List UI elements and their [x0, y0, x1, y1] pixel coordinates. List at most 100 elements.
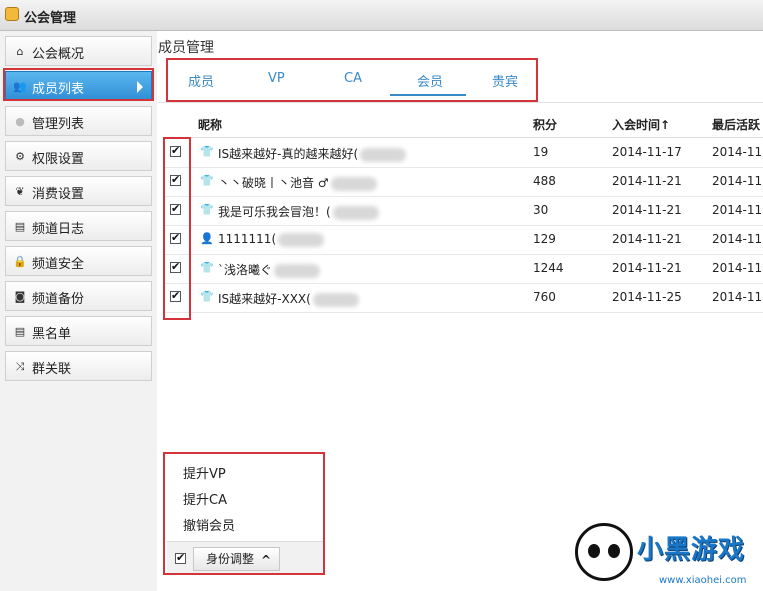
tab-vip-member[interactable]: 会员: [417, 71, 443, 90]
sidebar-item-label: 频道备份: [32, 292, 85, 307]
header-last-active[interactable]: 最后活跃: [712, 116, 763, 133]
table-row[interactable]: 👕 IS越来越好-真的越来越好( 19 2014-11-17 2014-11: [163, 138, 763, 168]
member-points: 760: [533, 290, 556, 304]
tab-members[interactable]: 成员: [188, 71, 214, 90]
table-row[interactable]: 👕 我是可乐我会冒泡！( 30 2014-11-21 2014-11: [163, 196, 763, 226]
header-points[interactable]: 积分: [533, 116, 557, 133]
sidebar-item-label: 群关联: [32, 362, 72, 377]
member-points: 129: [533, 232, 556, 246]
users-icon: 👥: [13, 80, 27, 93]
member-points: 1244: [533, 261, 564, 275]
redacted-blur: [274, 263, 321, 278]
sidebar-item-channel-log[interactable]: ▤ 频道日志: [5, 211, 152, 241]
sidebar-item-group-link[interactable]: ⤨ 群关联: [5, 351, 152, 381]
revoke-member-action[interactable]: 撤销会员: [183, 515, 235, 534]
page-title: 成员管理: [158, 40, 214, 56]
nickname-text: IS越来越好-真的越来越好(: [218, 147, 359, 161]
redacted-blur: [312, 292, 359, 307]
member-nickname: 丶丶破晓丨丶池音 ♂: [218, 174, 377, 191]
sidebar-item-member-list[interactable]: 👥 成员列表: [5, 71, 152, 101]
member-points: 19: [533, 145, 549, 159]
header-join-time[interactable]: 入会时间↑: [612, 116, 670, 133]
watermark-url: www.xiaohei.com: [659, 575, 747, 586]
member-join-date: 2014-11-21: [612, 174, 682, 188]
camera-icon: ◙: [14, 290, 26, 303]
tab-bar: 成员 VP CA 会员 贵宾: [158, 58, 763, 103]
bulk-action-bar: 身份调整 ^: [167, 541, 323, 575]
nickname-text: `浅洛曦ぐ: [218, 263, 273, 277]
sidebar-item-label: 黑名单: [32, 327, 72, 342]
nickname-text: 丶丶破晓丨丶池音 ♂: [218, 176, 329, 190]
user-icon: ●: [15, 115, 25, 128]
app-icon: [5, 7, 19, 21]
gear-icon: ⚙: [15, 150, 25, 163]
row-checkbox[interactable]: [170, 144, 181, 157]
sidebar-item-channel-security[interactable]: 🔒 频道安全: [5, 246, 152, 276]
nickname-text: IS越来越好-XXX(: [218, 292, 311, 306]
shuffle-icon: ⤨: [15, 360, 25, 373]
sort-up-icon: ↑: [660, 118, 671, 132]
row-checkbox[interactable]: [170, 260, 181, 273]
select-all-checkbox[interactable]: [175, 551, 186, 564]
sidebar-item-label: 频道安全: [32, 257, 85, 272]
member-last-active: 2014-11: [712, 261, 763, 275]
member-shirt-icon: 👕: [200, 290, 214, 303]
sidebar-item-label: 公会概况: [32, 47, 85, 62]
member-shirt-icon: 👕: [200, 174, 214, 187]
member-person-icon: 👤: [200, 232, 214, 245]
member-nickname: IS越来越好-XXX(: [218, 290, 359, 307]
sidebar-item-permissions[interactable]: ⚙ 权限设置: [5, 141, 152, 171]
redacted-blur: [360, 147, 407, 162]
home-icon: ⌂: [16, 45, 24, 58]
lock-icon: 🔒: [13, 255, 27, 268]
window-titlebar: 公会管理: [0, 0, 763, 31]
table-row[interactable]: 👤 1111111( 129 2014-11-21 2014-11: [163, 225, 763, 255]
member-nickname: `浅洛曦ぐ: [218, 261, 321, 278]
tab-ca[interactable]: CA: [344, 71, 362, 86]
sidebar-item-label: 频道日志: [32, 222, 85, 237]
member-points: 488: [533, 174, 556, 188]
member-join-date: 2014-11-21: [612, 203, 682, 217]
sidebar-item-label: 消费设置: [32, 187, 85, 202]
row-checkbox[interactable]: [170, 289, 181, 302]
sidebar-item-admin-list[interactable]: ● 管理列表: [5, 106, 152, 136]
member-last-active: 2014-11: [712, 145, 763, 159]
role-adjust-button[interactable]: 身份调整 ^: [193, 547, 280, 571]
nickname-text: 1111111(: [218, 232, 277, 246]
sidebar: ⌂ 公会概况 👥 成员列表 ● 管理列表 ⚙ 权限设置 ❦ 消费设置 ▤ 频道日…: [0, 31, 157, 591]
row-checkbox[interactable]: [170, 231, 181, 244]
header-nickname[interactable]: 昵称: [198, 116, 222, 133]
member-last-active: 2014-11: [712, 174, 763, 188]
sidebar-item-label: 成员列表: [32, 82, 85, 97]
member-shirt-icon: 👕: [200, 145, 214, 158]
member-join-date: 2014-11-17: [612, 145, 682, 159]
tab-vp[interactable]: VP: [268, 71, 285, 86]
sidebar-item-guild-overview[interactable]: ⌂ 公会概况: [5, 36, 152, 66]
active-tab-indicator: [390, 94, 466, 96]
list-icon: ▤: [14, 220, 26, 233]
member-last-active: 2014-11: [712, 203, 763, 217]
sidebar-item-consumption[interactable]: ❦ 消费设置: [5, 176, 152, 206]
header-join-time-label: 入会时间: [612, 118, 661, 132]
member-nickname: 我是可乐我会冒泡！(: [218, 203, 379, 220]
member-shirt-icon: 👕: [200, 203, 214, 216]
table-row[interactable]: 👕 丶丶破晓丨丶池音 ♂ 488 2014-11-21 2014-11: [163, 167, 763, 197]
member-join-date: 2014-11-21: [612, 232, 682, 246]
chevron-up-icon: ^: [260, 553, 271, 567]
promote-ca-action[interactable]: 提升CA: [183, 489, 227, 508]
member-nickname: 1111111(: [218, 232, 325, 247]
row-checkbox[interactable]: [170, 173, 181, 186]
table-row[interactable]: 👕 IS越来越好-XXX( 760 2014-11-25 2014-11: [163, 283, 763, 313]
sidebar-item-blacklist[interactable]: ▤ 黑名单: [5, 316, 152, 346]
promote-vp-action[interactable]: 提升VP: [183, 463, 226, 482]
member-nickname: IS越来越好-真的越来越好(: [218, 145, 407, 162]
tab-guest[interactable]: 贵宾: [492, 71, 518, 90]
sidebar-item-channel-backup[interactable]: ◙ 频道备份: [5, 281, 152, 311]
row-checkbox[interactable]: [170, 202, 181, 215]
sidebar-item-label: 管理列表: [32, 117, 85, 132]
watermark: 小黑游戏 www.xiaohei.com: [567, 519, 763, 591]
role-adjust-label: 身份调整: [206, 552, 255, 566]
member-shirt-icon: 👕: [200, 261, 214, 274]
window-title: 公会管理: [24, 11, 77, 26]
table-row[interactable]: 👕 `浅洛曦ぐ 1244 2014-11-21 2014-11: [163, 254, 763, 284]
